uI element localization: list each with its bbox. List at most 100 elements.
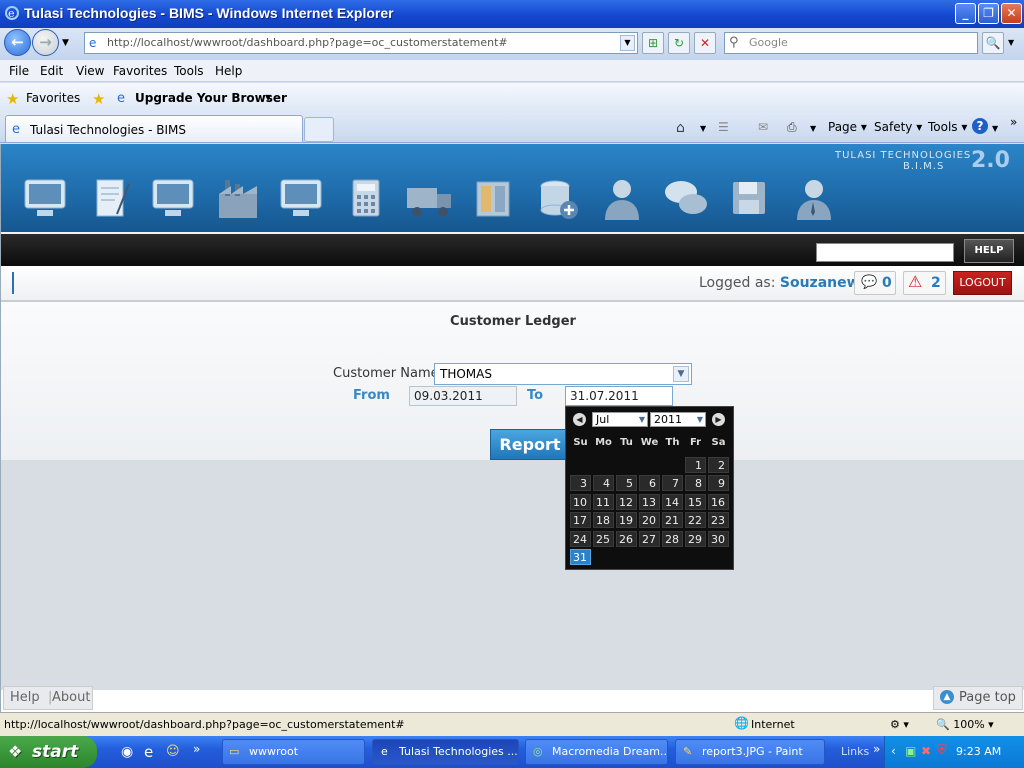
minimize-button[interactable]: _: [955, 3, 976, 24]
menu-file[interactable]: File: [9, 64, 29, 78]
chat-module-icon[interactable]: [661, 174, 711, 224]
calendar-day[interactable]: 28: [662, 530, 683, 547]
menu-edit[interactable]: Edit: [40, 64, 63, 78]
close-button[interactable]: ✕: [1001, 3, 1022, 24]
menu-favorites[interactable]: Favorites: [113, 64, 167, 78]
calendar-day[interactable]: 16: [708, 493, 729, 510]
computer-module-icon[interactable]: [21, 174, 71, 224]
calendar-day[interactable]: 11: [593, 493, 614, 510]
calendar-day[interactable]: 17: [570, 512, 591, 529]
task-ie[interactable]: e Tulasi Technologies ...: [372, 739, 519, 765]
add-favorite-icon[interactable]: ★: [92, 90, 105, 108]
calendar-day[interactable]: 10: [570, 493, 591, 510]
tab-bims[interactable]: e Tulasi Technologies - BIMS: [5, 115, 303, 142]
back-button[interactable]: ←: [4, 29, 31, 56]
calendar-day[interactable]: 27: [639, 530, 660, 547]
chevron-down-icon[interactable]: ▼: [673, 366, 689, 382]
menu-help[interactable]: Help: [215, 64, 242, 78]
footer-help-link[interactable]: Help: [10, 690, 40, 705]
address-input[interactable]: e http://localhost/wwwroot/dashboard.php…: [84, 32, 638, 54]
tools-menu[interactable]: Tools ▾: [928, 120, 967, 134]
calendar-day[interactable]: 25: [593, 530, 614, 547]
messenger-icon[interactable]: ☺: [166, 744, 180, 759]
customer-select[interactable]: THOMAS ▼: [434, 363, 692, 385]
window-title-bar[interactable]: e Tulasi Technologies - BIMS - Windows I…: [0, 0, 1024, 28]
calendar-day[interactable]: 6: [639, 475, 660, 492]
user-module-icon[interactable]: [597, 174, 647, 224]
calendar-day[interactable]: 3: [570, 475, 591, 492]
menu-tools[interactable]: Tools: [174, 64, 204, 78]
delivery-truck-icon[interactable]: [405, 174, 455, 224]
to-date-input[interactable]: 31.07.2011: [565, 386, 673, 406]
monitor-module-icon[interactable]: [149, 174, 199, 224]
next-month-icon[interactable]: ▶: [712, 413, 725, 426]
calendar-day[interactable]: 15: [685, 493, 706, 510]
calendar-day[interactable]: 1: [685, 457, 706, 473]
footer-about-link[interactable]: About: [52, 690, 90, 705]
mail-icon[interactable]: ✉: [758, 120, 768, 134]
app-help-button[interactable]: HELP: [964, 239, 1014, 263]
more-commands-icon[interactable]: »: [1010, 115, 1017, 129]
calendar-day[interactable]: 26: [616, 530, 637, 547]
history-dropdown-icon[interactable]: ▼: [62, 38, 69, 48]
calendar-day[interactable]: 13: [639, 493, 660, 510]
messages-badge[interactable]: 💬 0: [854, 271, 896, 295]
alerts-badge[interactable]: ⚠ 2: [903, 271, 946, 295]
register-module-icon[interactable]: [469, 174, 519, 224]
task-dreamweaver[interactable]: ◎ Macromedia Dream...: [525, 739, 668, 765]
help-icon[interactable]: ?: [972, 118, 988, 134]
safety-menu[interactable]: Safety ▾: [874, 120, 922, 134]
calendar-day[interactable]: 30: [708, 530, 729, 547]
restore-button[interactable]: ❐: [978, 3, 999, 24]
links-more-icon[interactable]: »: [873, 742, 880, 756]
chrome-icon[interactable]: ◉: [121, 744, 133, 760]
address-dropdown-icon[interactable]: ▼: [620, 35, 635, 51]
calendar-day[interactable]: 9: [708, 475, 729, 492]
search-options-icon[interactable]: ▼: [1008, 38, 1014, 47]
protected-mode-icon[interactable]: ⚙ ▾: [890, 718, 909, 731]
year-select[interactable]: 2011 ▼: [650, 412, 706, 427]
new-tab-button[interactable]: [304, 117, 334, 142]
page-menu[interactable]: Page ▾: [828, 120, 867, 134]
database-add-icon[interactable]: [533, 174, 583, 224]
calendar-day[interactable]: 31: [570, 549, 591, 565]
clock[interactable]: 9:23 AM: [956, 745, 1001, 758]
start-button[interactable]: ❖ start: [0, 736, 97, 768]
menu-view[interactable]: View: [76, 64, 104, 78]
calendar-day[interactable]: 4: [593, 475, 614, 492]
calendar-day[interactable]: 8: [685, 475, 706, 492]
calculator-module-icon[interactable]: [341, 174, 391, 224]
calendar-day[interactable]: 19: [616, 512, 637, 529]
quicklaunch-more-icon[interactable]: »: [193, 742, 200, 756]
tray-arrow-icon[interactable]: ‹: [891, 744, 896, 758]
logout-button[interactable]: LOGOUT: [953, 271, 1012, 295]
security-shield-icon[interactable]: ⛨: [937, 743, 947, 758]
feeds-icon[interactable]: ☰: [718, 120, 729, 134]
calendar-day[interactable]: 24: [570, 530, 591, 547]
factory-module-icon[interactable]: [213, 174, 263, 224]
calendar-day[interactable]: 18: [593, 512, 614, 529]
calendar-day[interactable]: 5: [616, 475, 637, 492]
antivirus-icon[interactable]: ✖: [921, 744, 931, 758]
ie-quicklaunch-icon[interactable]: e: [144, 743, 153, 761]
task-wwwroot[interactable]: ▭ wwwroot: [222, 739, 365, 765]
task-paint[interactable]: ✎ report3.JPG - Paint: [675, 739, 825, 765]
search-input[interactable]: ⚲ Google: [724, 32, 978, 54]
forward-button[interactable]: →: [32, 29, 59, 56]
calendar-day[interactable]: 22: [685, 512, 706, 529]
zoom-control[interactable]: 🔍 100% ▾: [936, 718, 994, 731]
prev-month-icon[interactable]: ◀: [573, 413, 586, 426]
calendar-day[interactable]: 2: [708, 457, 729, 473]
print-icon[interactable]: ⎙: [787, 120, 797, 135]
calendar-day[interactable]: 14: [662, 493, 683, 510]
print-dropdown-icon[interactable]: ▼: [810, 124, 816, 133]
compatibility-icon[interactable]: ⊞: [642, 32, 664, 54]
month-select[interactable]: Jul ▼: [592, 412, 648, 427]
stop-icon[interactable]: ✕: [694, 32, 716, 54]
search-go-icon[interactable]: 🔍: [982, 32, 1004, 54]
calendar-day[interactable]: 12: [616, 493, 637, 510]
links-toolbar[interactable]: Links: [841, 745, 869, 758]
help-dropdown-icon[interactable]: ▼: [992, 124, 998, 133]
app-search-input[interactable]: [816, 243, 954, 262]
calendar-day[interactable]: 21: [662, 512, 683, 529]
